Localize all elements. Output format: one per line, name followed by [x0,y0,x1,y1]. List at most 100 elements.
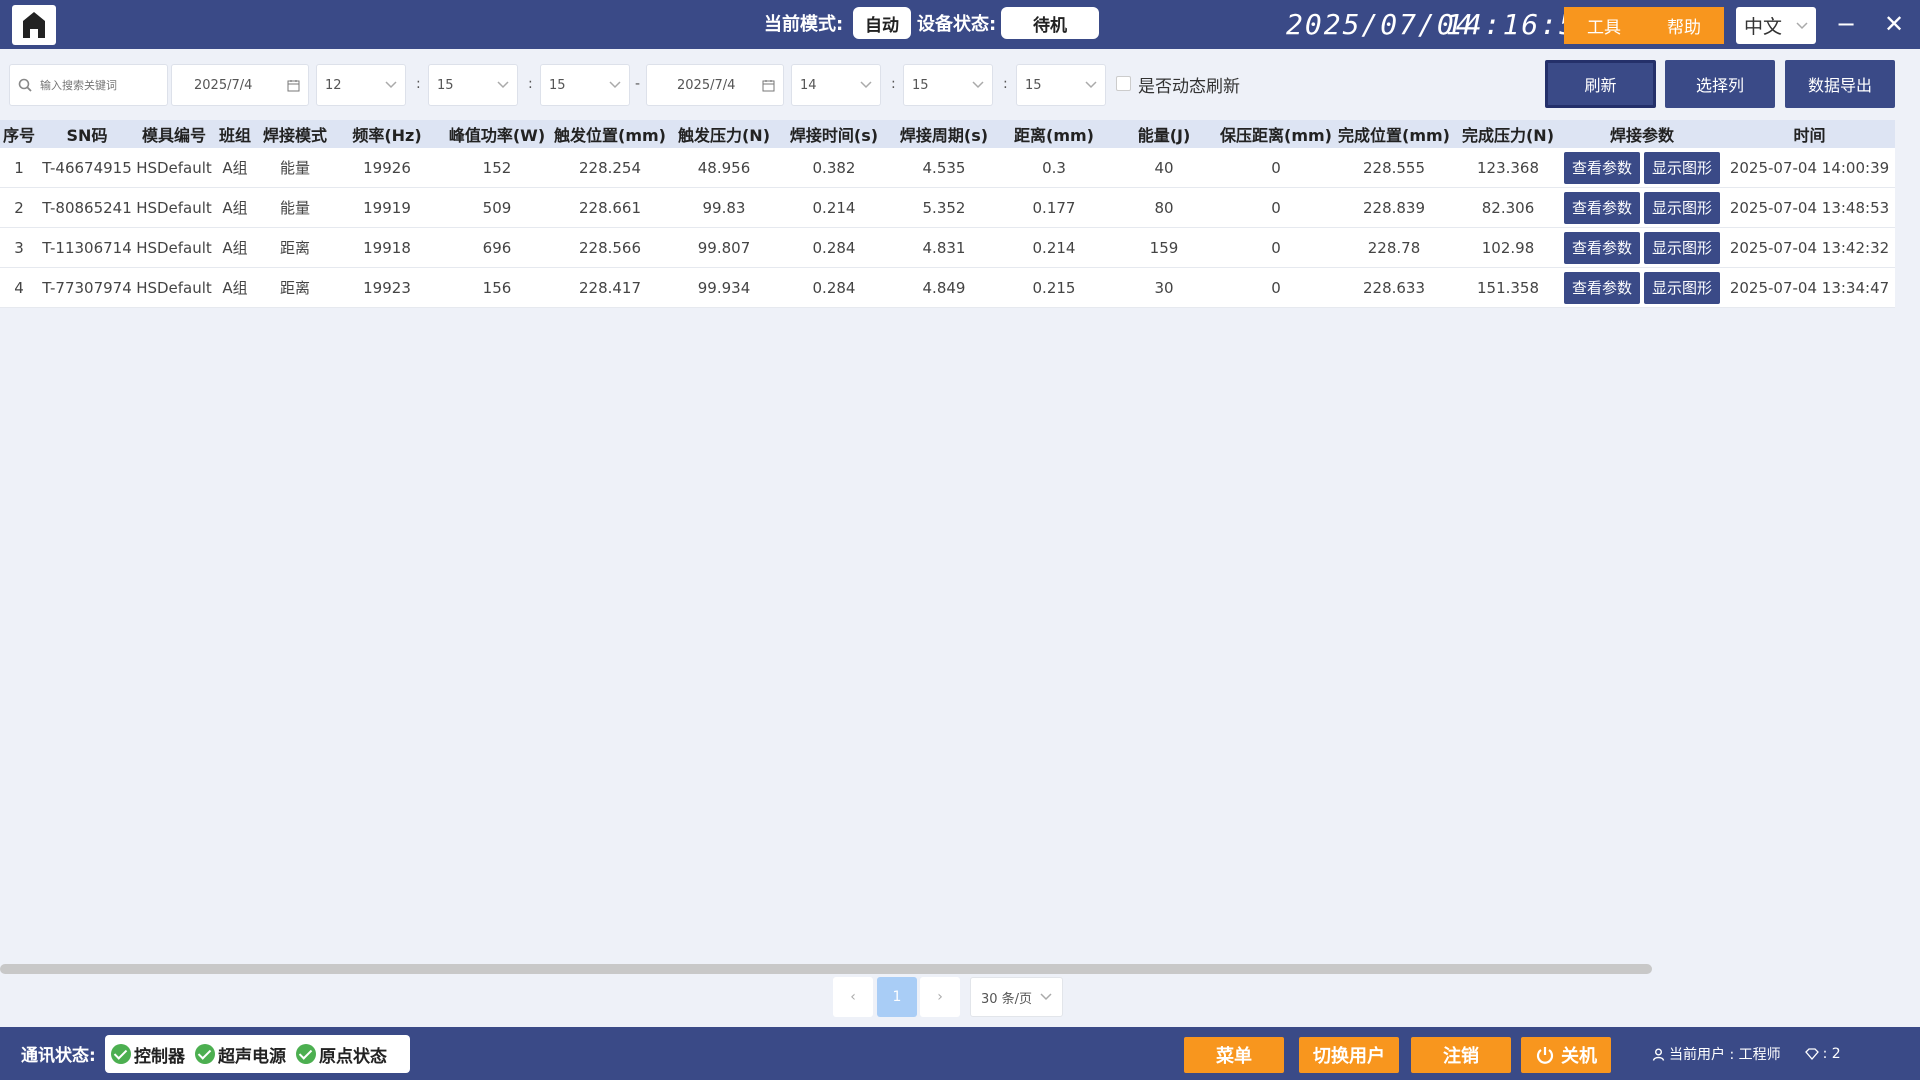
table-cell: 1 [14,158,24,177]
help-button[interactable]: 帮助 [1644,7,1724,44]
home-icon [23,12,45,38]
start-date-picker[interactable]: 2025/7/4 [171,64,309,106]
column-header: 焊接参数 [1609,126,1674,145]
horizontal-scrollbar[interactable] [0,964,1652,974]
table-row[interactable]: 2 T-80865241 HSDefault A组 能量 19919 509 228.661 9… [0,188,1895,228]
table-cell: T-80865241 [42,198,132,217]
shutdown-label: 关机 [1561,1046,1597,1067]
view-params-button[interactable]: 查看参数 [1564,271,1640,304]
end-minute-select[interactable]: 15 [903,64,993,106]
table-cell: 2025-07-04 13:48:53 [1729,198,1890,217]
start-hour-select[interactable]: 12 [316,64,406,106]
show-graph-button[interactable]: 显示图形 [1644,271,1720,304]
page-size-value: 30 条/页 [981,991,1033,1007]
table-cell: 228.555 [1362,158,1426,177]
language-select[interactable]: 中文 [1736,7,1816,44]
power-icon [1536,1047,1554,1064]
menu-button[interactable]: 菜单 [1184,1037,1284,1073]
table-cell: 2025-07-04 14:00:39 [1729,158,1890,177]
close-button[interactable]: ✕ [1884,10,1904,38]
show-graph-button[interactable]: 显示图形 [1644,191,1720,224]
table-cell: A组 [222,279,248,297]
table-cell: 0.3 [1042,158,1066,177]
tool-button[interactable]: 工具 [1564,7,1644,44]
table-body: 1 T-46674915 HSDefault A组 能量 19926 152 228.254 4… [0,148,1895,308]
mode-label: 当前模式: [764,14,844,35]
start-second-select[interactable]: 15 [540,64,630,106]
prev-page-button[interactable]: ‹ [833,977,873,1017]
view-params-button[interactable]: 查看参数 [1564,231,1640,264]
column-header: 峰值功率(W) [448,126,546,145]
minimize-button[interactable]: − [1836,10,1856,38]
table-row[interactable]: 4 T-77307974 HSDefault A组 距离 19923 156 228.417 9… [0,268,1895,308]
auto-refresh-label: 是否动态刷新 [1138,77,1240,97]
comm-item-ultrasonic-power: 超声电源 [195,1042,286,1067]
time-separator: : [528,76,533,92]
table-row[interactable]: 3 T-11306714 HSDefault A组 距离 19918 696 228.566 9… [0,228,1895,268]
start-second-value: 15 [549,77,566,93]
search-input[interactable] [40,78,150,92]
data-table: 序号 SN码 模具编号 班组 焊接模式 频率(Hz) 峰值功率(W) 触发位置(mm) 触发压力… [0,120,1895,308]
table-cell: 0.382 [812,158,856,177]
table-cell: 0.215 [1032,278,1076,297]
table-cell: 159 [1149,238,1179,257]
end-hour-select[interactable]: 14 [791,64,881,106]
start-hour-value: 12 [325,77,342,93]
end-second-select[interactable]: 15 [1016,64,1106,106]
view-params-button[interactable]: 查看参数 [1564,151,1640,184]
export-button[interactable]: 数据导出 [1785,60,1895,108]
end-date-picker[interactable]: 2025/7/4 [646,64,784,106]
view-params-button[interactable]: 查看参数 [1564,191,1640,224]
tool-help-group: 工具 帮助 [1564,7,1724,44]
search-box[interactable] [9,64,168,106]
home-button[interactable] [12,5,56,45]
select-columns-button[interactable]: 选择列 [1665,60,1775,108]
comm-status-label: 通讯状态: [21,1046,96,1066]
shutdown-button[interactable]: 关机 [1521,1037,1611,1073]
table-cell: HSDefault [136,238,212,257]
refresh-button[interactable]: 刷新 [1545,60,1656,108]
check-ok-icon [111,1044,131,1064]
search-icon [18,78,32,92]
table-cell: 509 [482,198,512,217]
start-minute-select[interactable]: 15 [428,64,518,106]
auto-refresh-checkbox[interactable] [1116,76,1131,91]
comm-status-panel: 控制器 超声电源 原点状态 [105,1035,410,1073]
table-cell: 2025-07-04 13:42:32 [1729,238,1890,257]
table-cell: 0.284 [812,278,856,297]
column-header: 焊接模式 [262,126,327,145]
end-second-value: 15 [1025,77,1042,93]
column-header: 能量(J) [1137,126,1191,145]
table-cell: 2025-07-04 13:34:47 [1729,278,1890,297]
table-row[interactable]: 1 T-46674915 HSDefault A组 能量 19926 152 228.254 4… [0,148,1895,188]
table-cell: HSDefault [136,278,212,297]
table-cell: 0 [1271,238,1281,257]
switch-user-button[interactable]: 切换用户 [1299,1037,1399,1073]
show-graph-button[interactable]: 显示图形 [1644,151,1720,184]
table-cell: 0 [1271,278,1281,297]
table-cell: A组 [222,239,248,257]
table-cell: 0 [1271,158,1281,177]
chevron-down-icon [385,81,397,89]
logout-button[interactable]: 注销 [1411,1037,1511,1073]
next-page-button[interactable]: › [920,977,960,1017]
table-cell: 48.956 [697,158,751,177]
end-hour-value: 14 [800,77,817,93]
table-cell: 99.807 [697,238,751,257]
table-cell: 99.83 [702,198,746,217]
table-cell: 4 [14,278,24,297]
page-size-select[interactable]: 30 条/页 [970,977,1063,1017]
time-separator: : [416,76,421,92]
comm-item-label: 原点状态 [319,1046,387,1067]
table-cell: 3 [14,238,24,257]
column-header: 焊接周期(s) [899,126,989,145]
table-cell: 228.254 [578,158,642,177]
column-header: 序号 [2,126,35,145]
table-cell: 82.306 [1481,198,1535,217]
show-graph-button[interactable]: 显示图形 [1644,231,1720,264]
time-separator: : [891,76,896,92]
column-header: 保压距离(mm) [1220,126,1332,145]
comm-item-label: 控制器 [134,1046,185,1067]
page-1-button[interactable]: 1 [877,977,917,1017]
weld-params-actions: 查看参数 显示图形 [1560,271,1724,304]
